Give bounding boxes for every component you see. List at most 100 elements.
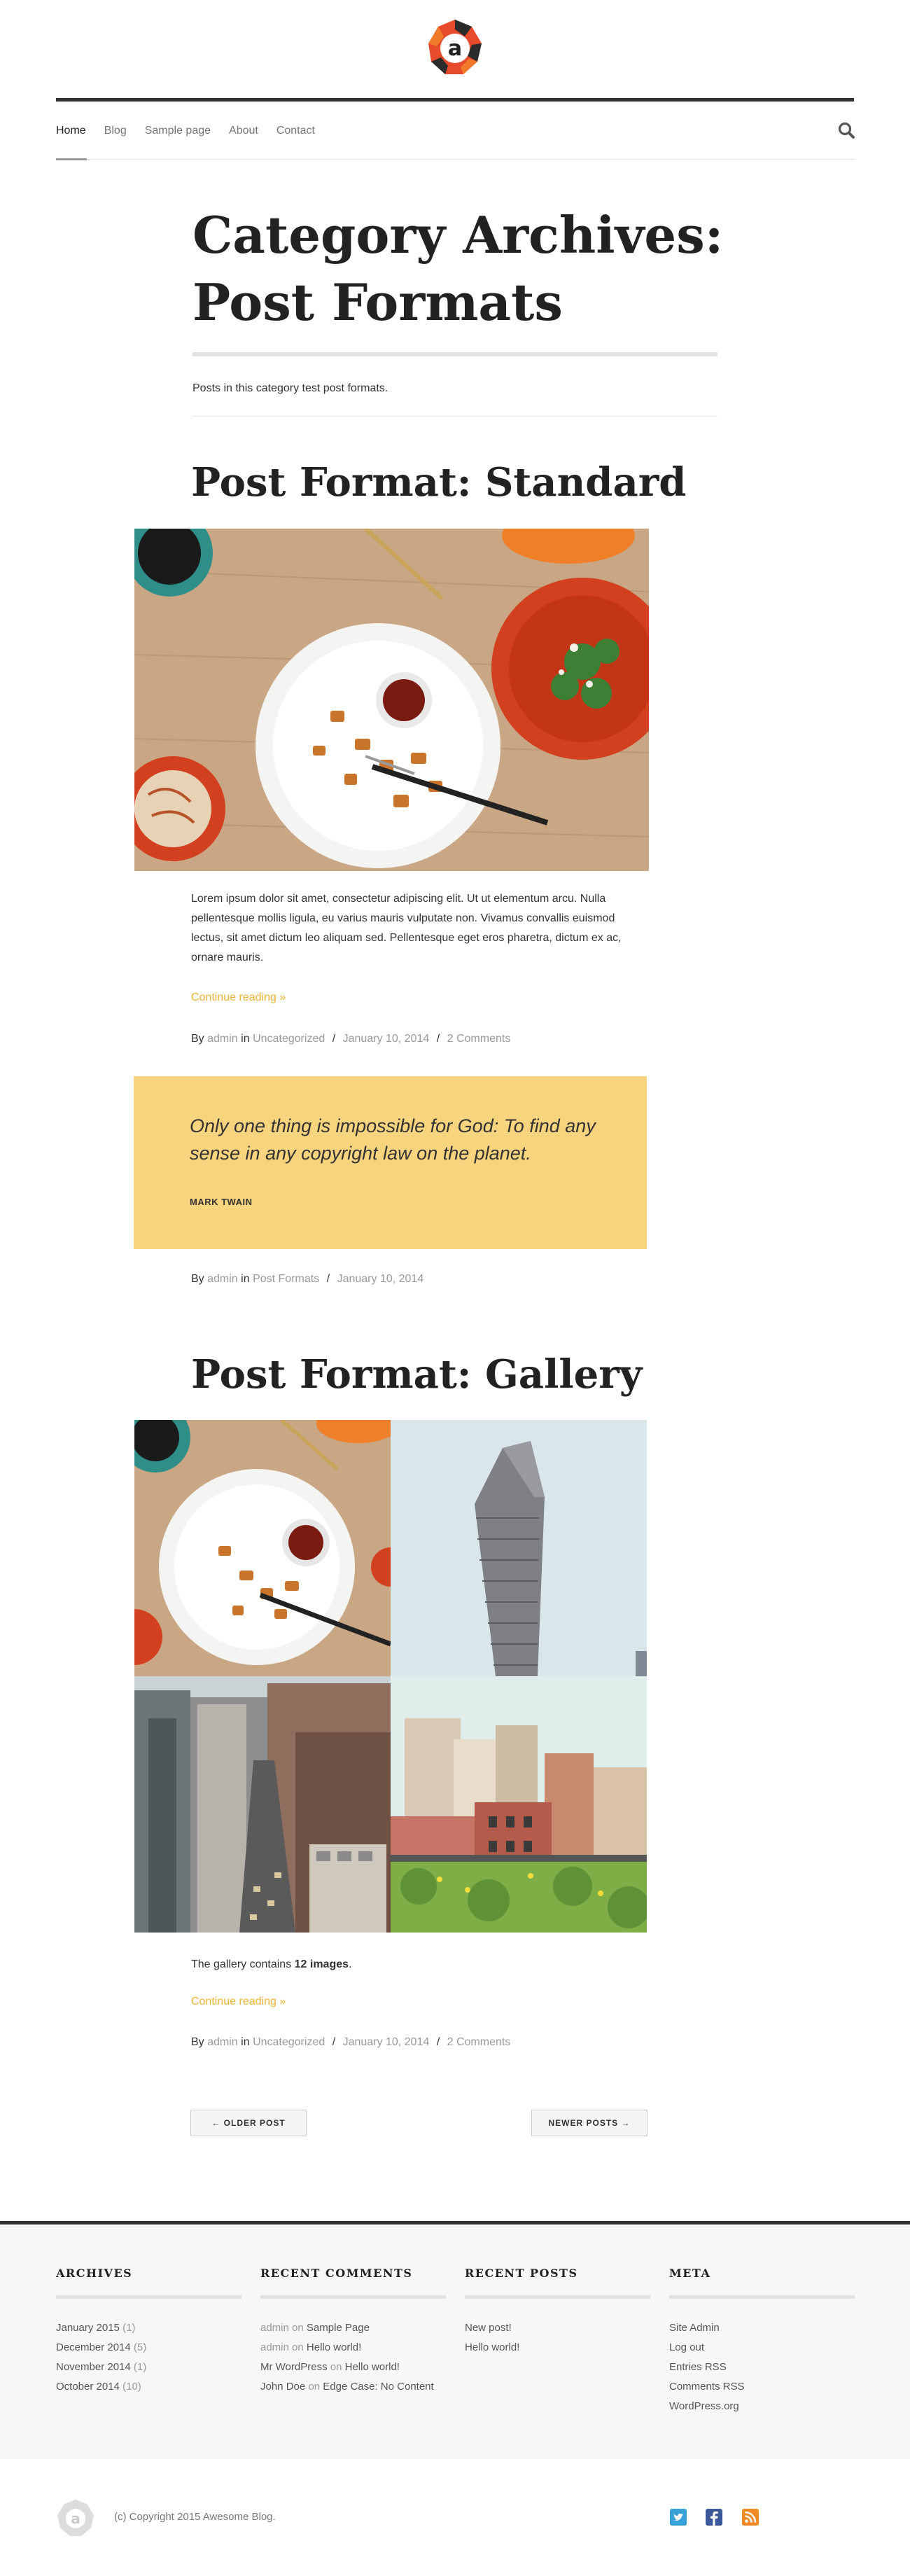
copyright-text: (c) Copyright 2015 Awesome Blog.	[114, 2511, 276, 2523]
meta-by: By	[191, 1273, 204, 1285]
meta-date-link[interactable]: January 10, 2014	[343, 2036, 430, 2048]
meta-site-admin-link[interactable]: Site Admin	[669, 2322, 720, 2334]
nav-active-indicator	[56, 158, 87, 160]
nav-divider	[56, 159, 854, 160]
post-featured-image[interactable]	[134, 529, 649, 871]
gallery-image-food[interactable]	[134, 1420, 391, 1676]
recent-posts-widget: RECENT POSTS New post! Hello world!	[465, 2267, 650, 2358]
page-title-line2: Post Formats	[192, 272, 563, 332]
archive-link[interactable]: December 2014	[56, 2341, 131, 2353]
meta-author-link[interactable]: admin	[207, 1273, 238, 1285]
category-description: Posts in this category test post formats…	[192, 382, 388, 394]
meta-separator: /	[332, 1033, 336, 1045]
svg-text:a: a	[71, 2510, 80, 2527]
food-table-photo	[134, 529, 649, 871]
meta-logout-link[interactable]: Log out	[669, 2341, 704, 2353]
main-nav: Home Blog Sample page About Contact	[56, 120, 315, 141]
gallery-image-flatiron[interactable]	[391, 1420, 647, 1676]
meta-category-link[interactable]: Uncategorized	[253, 2036, 325, 2048]
rss-icon[interactable]	[742, 2509, 759, 2526]
meta-separator: /	[326, 1273, 330, 1285]
svg-text:a: a	[448, 36, 462, 61]
continue-reading-link[interactable]: Continue reading »	[191, 991, 286, 1004]
title-divider	[192, 352, 718, 356]
meta-in: in	[241, 1273, 250, 1285]
comment-post-link[interactable]: Hello world!	[307, 2341, 361, 2353]
archive-link[interactable]: January 2015	[56, 2322, 120, 2334]
comment-item: admin on Hello world!	[260, 2338, 446, 2358]
meta-wordpress-link[interactable]: WordPress.org	[669, 2400, 739, 2412]
widget-title: ARCHIVES	[56, 2267, 133, 2280]
meta-date-link[interactable]: January 10, 2014	[343, 1033, 430, 1045]
widget-title: RECENT COMMENTS	[260, 2267, 413, 2280]
post-title-standard[interactable]: Post Format: Standard	[191, 458, 686, 507]
post-excerpt: Lorem ipsum dolor sit amet, consectetur …	[191, 893, 622, 963]
meta-category-link[interactable]: Uncategorized	[253, 1033, 325, 1045]
page-title-line1: Category Archives:	[192, 205, 724, 265]
archive-count: (1)	[122, 2322, 136, 2334]
recent-post-link[interactable]: New post!	[465, 2322, 512, 2334]
comment-item: John Doe on Edge Case: No Content	[260, 2377, 446, 2397]
twitter-icon[interactable]	[670, 2509, 687, 2526]
nav-home[interactable]: Home	[56, 120, 86, 141]
gallery-image-highline[interactable]	[391, 1676, 647, 1933]
meta-date-link[interactable]: January 10, 2014	[337, 1273, 424, 1285]
newer-posts-button[interactable]: NEWER POSTS →	[531, 2110, 648, 2136]
comment-author-link[interactable]: Mr WordPress	[260, 2361, 328, 2373]
comment-on: on	[292, 2322, 304, 2334]
site-logo[interactable]: a	[426, 18, 484, 77]
comment-on: on	[308, 2381, 321, 2393]
comment-author: admin	[260, 2322, 289, 2334]
search-icon[interactable]	[837, 121, 855, 139]
nav-about[interactable]: About	[229, 120, 258, 141]
comment-item: admin on Sample Page	[260, 2318, 446, 2338]
post-title-gallery[interactable]: Post Format: Gallery	[191, 1350, 642, 1399]
widget-title: META	[669, 2267, 711, 2280]
comment-post-link[interactable]: Edge Case: No Content	[323, 2381, 433, 2393]
comment-post-link[interactable]: Hello world!	[345, 2361, 400, 2373]
meta-author-link[interactable]: admin	[207, 2036, 238, 2048]
comment-post-link[interactable]: Sample Page	[307, 2322, 370, 2334]
post-meta: By admin in Post Formats / January 10, 2…	[191, 1273, 424, 1286]
archive-item: November 2014 (1)	[56, 2358, 241, 2377]
archive-count: (5)	[133, 2341, 147, 2353]
meta-comments-link[interactable]: 2 Comments	[447, 2036, 511, 2048]
meta-separator: /	[436, 1033, 440, 1045]
nav-blog[interactable]: Blog	[104, 120, 127, 141]
footer-logo[interactable]: a	[56, 2498, 95, 2537]
meta-comments-rss-link[interactable]: Comments RSS	[669, 2381, 745, 2393]
widget-divider	[465, 2295, 650, 2299]
gallery-image-street[interactable]	[134, 1676, 391, 1933]
nav-sample-page[interactable]: Sample page	[145, 120, 211, 141]
meta-by: By	[191, 1033, 204, 1045]
meta-comments-link[interactable]: 2 Comments	[447, 1033, 511, 1045]
post-meta: By admin in Uncategorized / January 10, …	[191, 2036, 510, 2049]
awesome-a-logo-icon: a	[57, 2500, 94, 2536]
quote-author: MARK TWAIN	[190, 1197, 253, 1207]
recent-post-link[interactable]: Hello world!	[465, 2341, 519, 2353]
awesome-a-logo-icon: a	[428, 20, 482, 74]
older-post-button[interactable]: ← OLDER POST	[190, 2110, 307, 2136]
facebook-icon[interactable]	[706, 2509, 722, 2526]
footer-widgets: ARCHIVES January 2015 (1) December 2014 …	[0, 2221, 910, 2459]
archive-count: (10)	[122, 2381, 141, 2393]
comment-author: John Doe	[260, 2381, 306, 2393]
meta-widget: META Site Admin Log out Entries RSS Comm…	[669, 2267, 855, 2416]
gallery-image-count: 12 images	[294, 1958, 349, 1970]
meta-entries-rss-link[interactable]: Entries RSS	[669, 2361, 727, 2373]
archive-link[interactable]: October 2014	[56, 2381, 120, 2393]
meta-in: in	[241, 1033, 250, 1045]
continue-reading-link[interactable]: Continue reading »	[191, 1996, 286, 2008]
widget-title: RECENT POSTS	[465, 2267, 578, 2280]
widget-divider	[56, 2295, 241, 2299]
archive-link[interactable]: November 2014	[56, 2361, 131, 2373]
comment-item: Mr WordPress on Hello world!	[260, 2358, 446, 2377]
gallery-summary-suffix: .	[349, 1958, 352, 1970]
header-divider	[56, 98, 854, 102]
archive-item: December 2014 (5)	[56, 2338, 241, 2358]
archive-count: (1)	[133, 2361, 147, 2373]
meta-author-link[interactable]: admin	[207, 1033, 238, 1045]
meta-category-link[interactable]: Post Formats	[253, 1273, 319, 1285]
nav-contact[interactable]: Contact	[276, 120, 315, 141]
gallery-summary-prefix: The gallery contains	[191, 1958, 295, 1970]
